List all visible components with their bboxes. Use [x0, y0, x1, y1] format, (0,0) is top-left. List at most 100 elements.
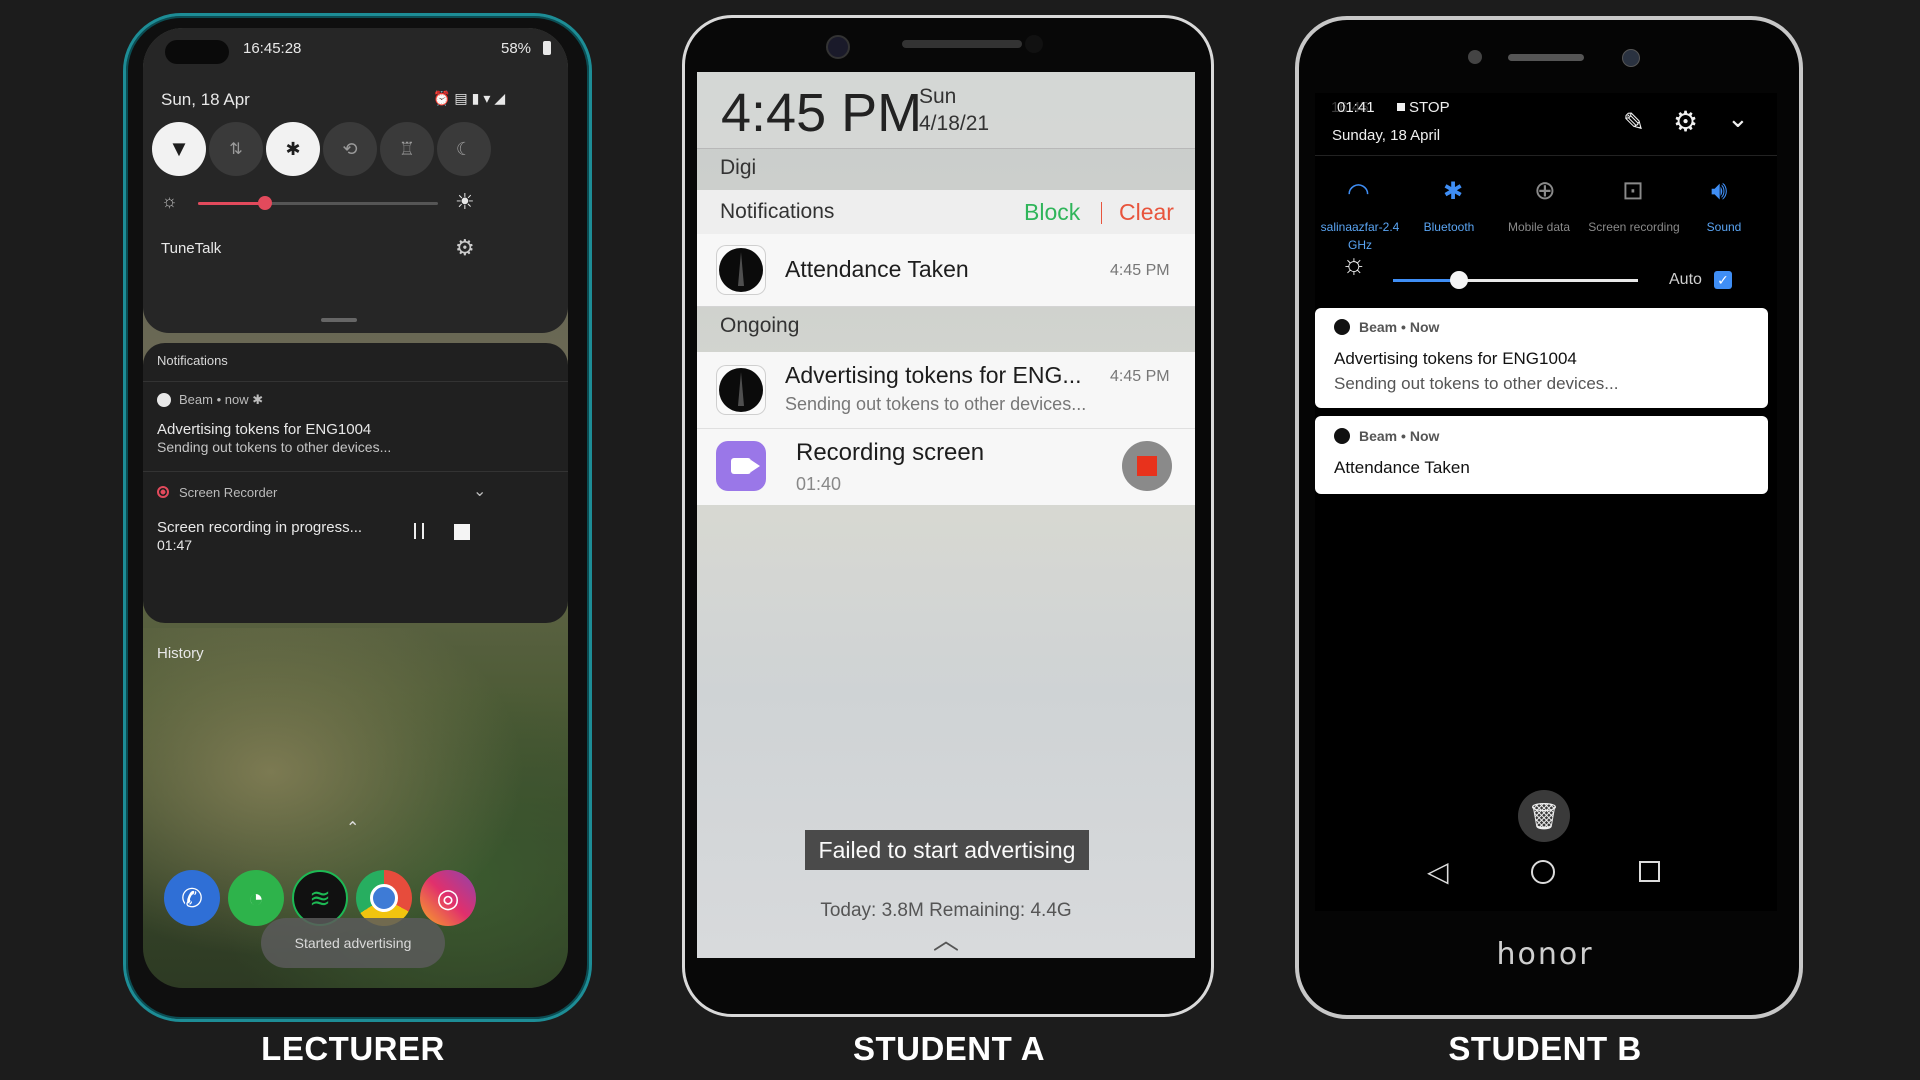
recorder-title: Screen recording in progress...	[157, 519, 363, 536]
sound-icon[interactable]: 🔊︎	[1711, 175, 1727, 207]
divider	[697, 148, 1195, 149]
stop-recording-label[interactable]: STOP	[1409, 99, 1450, 116]
block-button[interactable]: Block	[1024, 199, 1080, 226]
advertising-notification[interactable]: Advertising tokens for ENG... 4:45 PM Se…	[697, 352, 1195, 428]
beam-body: Sending out tokens to other devices...	[157, 439, 392, 455]
settings-gear-icon[interactable]: ⚙	[1673, 105, 1698, 138]
brightness-high-icon: ☀	[455, 189, 475, 214]
instagram-icon[interactable]: ◎	[420, 870, 476, 926]
carrier-label: TuneTalk	[161, 240, 222, 257]
settings-gear-icon[interactable]: ⚙	[455, 235, 475, 261]
bluetooth-icon[interactable]: ✱	[1443, 177, 1463, 206]
caption-lecturer: LECTURER	[261, 1030, 445, 1067]
stop-square-icon	[1397, 103, 1405, 111]
brightness-slider[interactable]	[1393, 271, 1638, 289]
honor-logo: honor	[1496, 937, 1594, 972]
carrier-label: Digi	[720, 156, 757, 179]
screen-recording-tile-label[interactable]: Screen recording	[1584, 218, 1684, 236]
wifi-icon: ▼	[168, 136, 190, 161]
drag-handle[interactable]	[321, 318, 357, 322]
caption-student-a: STUDENT A	[852, 1030, 1046, 1067]
mobile-data-tile[interactable]: ⇅	[209, 122, 263, 176]
back-icon[interactable]: ◁	[1427, 855, 1449, 888]
earpiece	[1508, 54, 1584, 61]
brightness-low-icon: ☼	[161, 191, 178, 211]
weekday: Sun	[919, 85, 957, 108]
home-icon[interactable]	[1531, 860, 1555, 884]
attendance-notification[interactable]: Beam • Now Attendance Taken	[1315, 416, 1768, 494]
advertising-title: Advertising tokens for ENG...	[785, 362, 1082, 388]
auto-rotate-tile[interactable]: ⟲	[323, 122, 377, 176]
pause-button[interactable]	[414, 523, 424, 539]
card-title: Advertising tokens for ENG1004	[1334, 349, 1577, 368]
sensor	[1468, 50, 1482, 64]
earpiece	[902, 40, 1022, 48]
clear-button[interactable]: Clear	[1119, 199, 1174, 226]
header: 4:45 PM Sun 4/18/21	[697, 72, 1195, 148]
data-icon: ⇅	[229, 141, 243, 158]
whatsapp-icon[interactable]: ◔	[228, 870, 284, 926]
beam-app-icon	[716, 365, 766, 415]
stop-button[interactable]	[454, 524, 470, 540]
chevron-up-icon[interactable]: ⌃	[346, 818, 359, 838]
screen-record-icon[interactable]: ⊡	[1622, 175, 1644, 206]
date-label: Sunday, 18 April	[1332, 127, 1441, 144]
quick-settings-panel: 16:45:28 58% Sun, 18 Apr ⏰▤▮▾◢ ▼ ⇅ ✱ ⟲ ♖…	[143, 28, 568, 333]
advertising-notification[interactable]: Beam • Now Advertising tokens for ENG100…	[1315, 308, 1768, 408]
auto-brightness-checkbox[interactable]: ✓	[1714, 271, 1732, 289]
caption-student-b: STUDENT B	[1448, 1030, 1642, 1067]
mobile-data-tile-label[interactable]: Mobile data	[1489, 218, 1589, 236]
student-a-screen: 4:45 PM Sun 4/18/21 Digi Notifications B…	[697, 72, 1195, 958]
recording-notification[interactable]: Recording screen 01:40	[697, 429, 1195, 505]
notifications-label: Notifications	[720, 200, 835, 223]
bluetooth-icon: ✱	[285, 138, 301, 159]
brightness-thumb[interactable]	[1450, 271, 1469, 289]
battery-percent: 58%	[501, 40, 532, 57]
edit-icon[interactable]: ✎	[1623, 107, 1645, 138]
chevron-down-icon[interactable]: ⌄	[1727, 103, 1749, 134]
flashlight-tile[interactable]: ♖	[380, 122, 434, 176]
wifi-icon[interactable]: ◠	[1347, 177, 1370, 208]
stop-icon	[1137, 456, 1157, 476]
video-camera-icon	[716, 441, 766, 491]
phone-icon[interactable]: ✆	[164, 870, 220, 926]
wifi-tile[interactable]: ▼	[152, 122, 206, 176]
card-body: Sending out tokens to other devices...	[1334, 374, 1619, 393]
flashlight-icon: ♖	[398, 138, 416, 159]
front-camera	[1622, 49, 1640, 67]
sound-tile-label[interactable]: Sound	[1674, 218, 1774, 236]
mobile-data-icon[interactable]: ⊕	[1534, 175, 1556, 206]
beam-app-icon	[716, 245, 766, 295]
beam-app-icon	[157, 393, 171, 407]
bluetooth-tile[interactable]: ✱	[266, 122, 320, 176]
attendance-title: Attendance Taken	[785, 256, 969, 282]
recents-icon[interactable]	[1639, 861, 1660, 882]
chevron-down-icon[interactable]: ⌄	[473, 481, 486, 501]
brightness-slider[interactable]	[198, 196, 438, 210]
bluetooth-tile-label[interactable]: Bluetooth	[1399, 218, 1499, 236]
recording-title: Recording screen	[796, 439, 985, 466]
brightness-icon: ☼	[1341, 248, 1367, 279]
stop-recording-button[interactable]	[1122, 441, 1172, 491]
camera-cutout	[165, 40, 229, 64]
night-mode-tile[interactable]: ☾	[437, 122, 491, 176]
card-title: Attendance Taken	[1334, 458, 1470, 477]
attendance-notification[interactable]: Attendance Taken 4:45 PM	[697, 234, 1195, 307]
beam-title: Advertising tokens for ENG1004	[157, 421, 372, 438]
trash-icon[interactable]: 🗑︎	[1518, 790, 1570, 842]
toast-message: Started advertising	[261, 918, 445, 968]
brightness-thumb[interactable]	[258, 196, 273, 210]
bluetooth-small-icon: ✱	[252, 392, 264, 407]
beam-app-icon	[1334, 428, 1350, 444]
divider	[143, 381, 568, 382]
student-b-screen: 16:45 01:41 STOP Sunday, 18 April ✎ ⚙ ⌄ …	[1315, 93, 1777, 911]
card-app-name: Beam • Now	[1359, 428, 1440, 444]
notifications-header: Notifications	[157, 353, 228, 368]
data-usage-label: Today: 3.8M Remaining: 4.4G	[820, 900, 1072, 921]
attendance-time: 4:45 PM	[1110, 262, 1170, 279]
clock: 4:45 PM	[721, 83, 923, 143]
chevron-up-icon[interactable]: ︿	[697, 920, 1195, 957]
night-icon: ☾	[455, 138, 473, 159]
recorder-app-name: Screen Recorder	[179, 485, 278, 500]
history-label[interactable]: History	[157, 645, 204, 662]
